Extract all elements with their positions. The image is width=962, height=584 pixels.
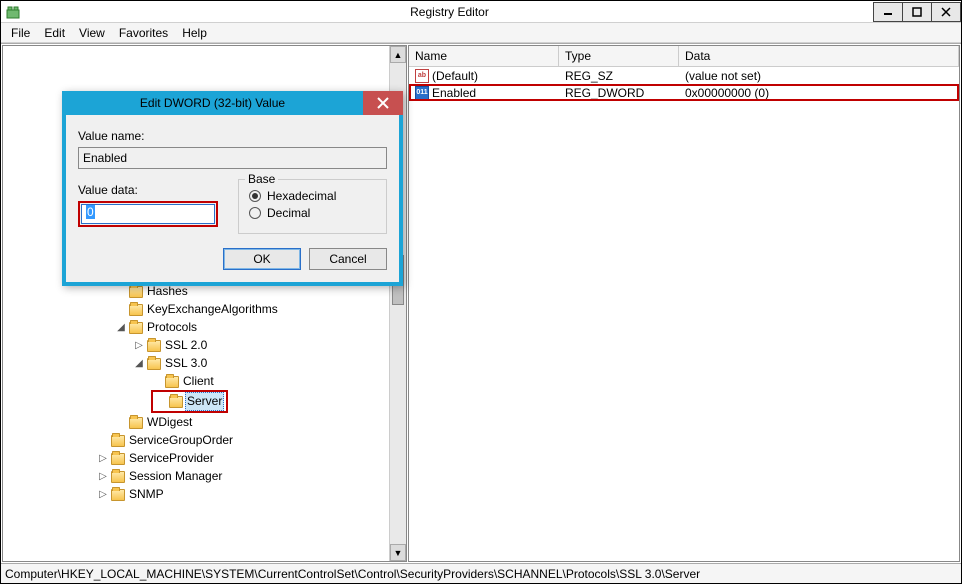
tree-node-sgo[interactable]: ▷ServiceGroupOrder: [97, 432, 235, 449]
value-name-field[interactable]: [78, 147, 387, 169]
scroll-up-button[interactable]: ▲: [390, 46, 406, 63]
radio-icon: [249, 190, 261, 202]
window-title: Registry Editor: [25, 5, 874, 19]
reg-string-icon: ab: [415, 69, 429, 83]
column-type[interactable]: Type: [559, 46, 679, 66]
folder-icon: [111, 489, 125, 501]
folder-icon: [111, 435, 125, 447]
menu-view[interactable]: View: [73, 24, 111, 42]
folder-icon: [169, 396, 183, 408]
tree-node-kex[interactable]: ▷KeyExchangeAlgorithms: [115, 301, 280, 318]
list-header: Name Type Data: [409, 46, 959, 67]
tree-node-sm[interactable]: ▷Session Manager: [97, 468, 224, 485]
dialog-titlebar[interactable]: Edit DWORD (32-bit) Value: [62, 91, 403, 115]
radio-hexadecimal[interactable]: Hexadecimal: [249, 189, 376, 203]
tree-node-server[interactable]: ▷Server: [151, 390, 228, 413]
folder-icon: [147, 358, 161, 370]
minimize-button[interactable]: [873, 2, 903, 22]
cancel-button[interactable]: Cancel: [309, 248, 387, 270]
close-button[interactable]: [931, 2, 961, 22]
scroll-down-button[interactable]: ▼: [390, 544, 406, 561]
folder-icon: [111, 453, 125, 465]
values-pane: Name Type Data ab(Default) REG_SZ (value…: [408, 45, 960, 562]
expander-icon[interactable]: ▷: [133, 337, 145, 354]
dialog-close-button[interactable]: [363, 91, 403, 115]
menu-favorites[interactable]: Favorites: [113, 24, 174, 42]
radio-decimal[interactable]: Decimal: [249, 206, 376, 220]
app-icon: [5, 4, 21, 20]
tree-node-ssl20[interactable]: ▷SSL 2.0: [133, 337, 209, 354]
value-data-field[interactable]: 0: [81, 204, 215, 224]
folder-icon: [129, 304, 143, 316]
list-body[interactable]: ab(Default) REG_SZ (value not set) 011En…: [409, 67, 959, 561]
menubar: File Edit View Favorites Help: [1, 23, 961, 43]
folder-icon: [129, 286, 143, 298]
tree-node-wdigest[interactable]: ▷WDigest: [115, 414, 194, 431]
tree-node-sp[interactable]: ▷ServiceProvider: [97, 450, 216, 467]
value-name-label: Value name:: [78, 129, 387, 143]
tree-node-protocols[interactable]: ◢Protocols: [115, 319, 199, 336]
expander-icon[interactable]: ◢: [133, 355, 145, 372]
folder-icon: [147, 340, 161, 352]
column-data[interactable]: Data: [679, 46, 959, 66]
menu-file[interactable]: File: [5, 24, 36, 42]
dialog-body: Value name: Value data: 0 Base Hexadecim…: [66, 115, 399, 282]
expander-icon[interactable]: ▷: [97, 450, 109, 467]
reg-dword-icon: 011: [415, 86, 429, 100]
statusbar-path: Computer\HKEY_LOCAL_MACHINE\SYSTEM\Curre…: [5, 567, 700, 581]
column-name[interactable]: Name: [409, 46, 559, 66]
statusbar: Computer\HKEY_LOCAL_MACHINE\SYSTEM\Curre…: [1, 563, 961, 583]
maximize-button[interactable]: [902, 2, 932, 22]
folder-icon: [129, 417, 143, 429]
titlebar: Registry Editor: [1, 1, 961, 23]
tree-node-client[interactable]: ▷Client: [151, 373, 216, 390]
menu-edit[interactable]: Edit: [38, 24, 71, 42]
tree-node-snmp[interactable]: ▷SNMP: [97, 486, 166, 503]
radio-icon: [249, 207, 261, 219]
value-data-highlight-annotation: 0: [78, 201, 218, 227]
registry-editor-window: Registry Editor File Edit View Favorites…: [0, 0, 962, 584]
dialog-title: Edit DWORD (32-bit) Value: [62, 96, 363, 110]
base-group: Base Hexadecimal Decimal: [238, 179, 387, 234]
window-controls: [874, 2, 961, 22]
edit-dword-dialog: Edit DWORD (32-bit) Value Value name: Va…: [62, 91, 403, 286]
value-data-label: Value data:: [78, 183, 218, 197]
folder-icon: [165, 376, 179, 388]
expander-icon[interactable]: ▷: [97, 468, 109, 485]
list-row-default[interactable]: ab(Default) REG_SZ (value not set): [409, 67, 959, 84]
ok-button[interactable]: OK: [223, 248, 301, 270]
expander-icon[interactable]: ▷: [97, 486, 109, 503]
expander-icon[interactable]: ◢: [115, 319, 127, 336]
list-row-enabled[interactable]: 011Enabled REG_DWORD 0x00000000 (0): [409, 84, 959, 101]
folder-icon: [111, 471, 125, 483]
base-label: Base: [245, 172, 278, 186]
tree-node-ssl30[interactable]: ◢SSL 3.0: [133, 355, 209, 372]
menu-help[interactable]: Help: [176, 24, 213, 42]
folder-icon: [129, 322, 143, 334]
